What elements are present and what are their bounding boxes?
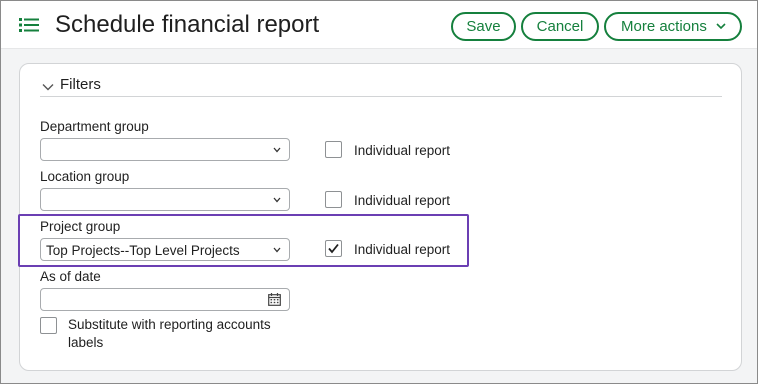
calendar-icon[interactable] [268, 293, 281, 306]
location-individual-checkbox[interactable] [325, 191, 342, 208]
list-icon[interactable] [19, 17, 39, 33]
chevron-down-icon [42, 84, 54, 91]
substitute-labels-checkbox[interactable] [40, 317, 57, 334]
project-group-select[interactable]: Top Projects--Top Level Projects [40, 238, 290, 261]
more-actions-label: More actions [621, 18, 707, 35]
page-header: Schedule financial report Save Cancel Mo… [1, 1, 757, 49]
location-individual-label: Individual report [354, 193, 451, 208]
department-individual-checkbox[interactable] [325, 141, 342, 158]
select-value: Top Projects--Top Level Projects [46, 243, 240, 258]
substitute-labels-label: Substitute with reporting accounts label… [68, 317, 271, 350]
project-group-label: Project group [40, 219, 121, 234]
chevron-down-icon [273, 147, 281, 153]
department-group-select[interactable] [40, 138, 290, 161]
as-of-date-input[interactable] [40, 288, 290, 311]
project-individual-checkbox[interactable] [325, 240, 342, 257]
chevron-down-icon [273, 247, 281, 253]
section-divider [40, 96, 722, 97]
department-group-label: Department group [40, 119, 149, 134]
chevron-down-icon [716, 23, 726, 30]
more-actions-button[interactable]: More actions [604, 12, 742, 41]
filters-section-toggle[interactable]: Filters [42, 76, 242, 98]
as-of-date-label: As of date [40, 269, 101, 284]
cancel-button[interactable]: Cancel [521, 12, 599, 41]
page-title: Schedule financial report [55, 11, 320, 38]
filters-panel: Filters Department group Individual repo… [18, 63, 742, 371]
checkmark-icon [328, 243, 339, 254]
location-group-label: Location group [40, 169, 130, 184]
chevron-down-icon [273, 197, 281, 203]
section-title: Filters [60, 76, 101, 93]
location-group-select[interactable] [40, 188, 290, 211]
project-individual-label: Individual report [354, 242, 451, 257]
save-button[interactable]: Save [451, 12, 516, 41]
department-individual-label: Individual report [354, 143, 451, 158]
app-window: Schedule financial report Save Cancel Mo… [0, 0, 758, 384]
